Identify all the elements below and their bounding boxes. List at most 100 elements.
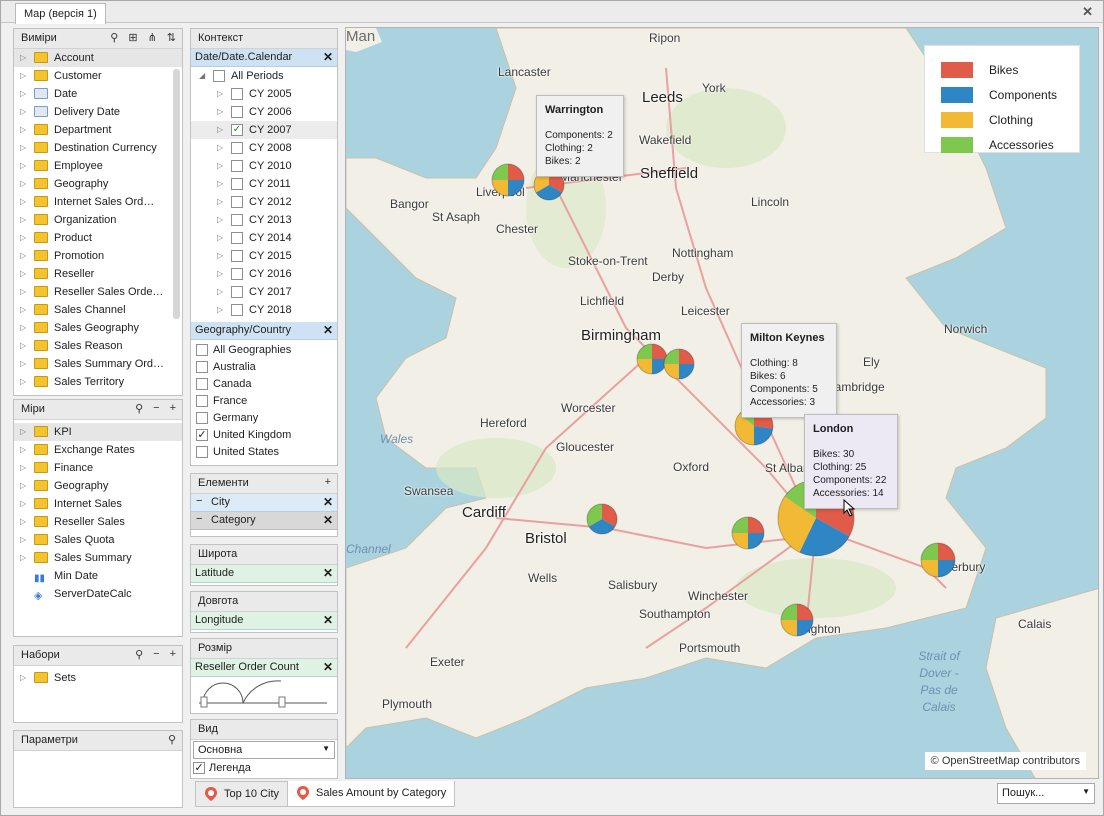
date-filter[interactable]: Date/Date.Calendar ✕ <box>191 49 337 67</box>
latitude-field[interactable]: Latitude ✕ <box>191 565 337 583</box>
expand-arrow-icon[interactable]: ▷ <box>20 319 26 337</box>
all-periods-row[interactable]: ◢ All Periods <box>191 67 337 85</box>
expand-arrow-icon[interactable]: ▷ <box>20 85 26 103</box>
expand-arrow-icon[interactable]: ▷ <box>20 373 26 391</box>
year-row[interactable]: ▷ CY 2016 <box>191 265 337 283</box>
measure-item[interactable]: ▷ Geography <box>14 477 182 495</box>
checkbox[interactable] <box>231 304 243 316</box>
document-tab[interactable]: Map (версія 1) <box>15 3 106 24</box>
checkbox[interactable]: ✓ <box>231 124 243 136</box>
map-canvas[interactable]: Man Lancaster Ripon York Leeds Wakefield… <box>345 27 1099 779</box>
checkbox[interactable] <box>231 214 243 226</box>
expand-arrow-icon[interactable]: ▷ <box>20 531 26 549</box>
year-row[interactable]: ▷ CY 2006 <box>191 103 337 121</box>
expand-arrow-icon[interactable]: ▷ <box>20 337 26 355</box>
expand-arrow-icon[interactable]: ▷ <box>20 175 26 193</box>
country-row[interactable]: Germany <box>191 410 337 427</box>
expand-arrow-icon[interactable]: ▷ <box>20 229 26 247</box>
search-icon[interactable]: ⚲ <box>168 733 176 746</box>
checkbox[interactable] <box>231 142 243 154</box>
view-select[interactable]: Основна ▼ <box>193 741 335 759</box>
country-row[interactable]: ✓ United Kingdom <box>191 427 337 444</box>
size-range-slider[interactable] <box>191 677 337 711</box>
dimension-item[interactable]: ▷ Promotion <box>14 247 182 265</box>
collapse-icon[interactable]: − <box>153 402 159 415</box>
chevron-down-icon[interactable]: ▼ <box>1082 787 1090 796</box>
remove-icon[interactable]: ✕ <box>323 513 333 527</box>
expand-arrow-icon[interactable]: ▷ <box>20 301 26 319</box>
add-icon[interactable]: + <box>325 476 331 488</box>
expand-arrow-icon[interactable]: ▷ <box>217 247 223 265</box>
measure-item[interactable]: ◈ ServerDateCalc <box>14 585 182 603</box>
checkbox[interactable] <box>231 106 243 118</box>
checkbox[interactable] <box>231 268 243 280</box>
expand-arrow-icon[interactable]: ▷ <box>217 301 223 319</box>
checkbox[interactable] <box>231 286 243 298</box>
expand-arrow-icon[interactable]: ▷ <box>217 211 223 229</box>
year-row[interactable]: ▷ CY 2015 <box>191 247 337 265</box>
expand-arrow-icon[interactable]: ▷ <box>20 139 26 157</box>
search-icon[interactable]: ⚲ <box>110 31 118 44</box>
dimension-item[interactable]: ▷ Date <box>14 85 182 103</box>
dimension-item[interactable]: ▷ Internet Sales Ord… <box>14 193 182 211</box>
element-city[interactable]: − City ✕ <box>191 494 337 512</box>
expand-arrow-icon[interactable]: ▷ <box>20 549 26 567</box>
search-combo[interactable]: Пошук... ▼ <box>997 783 1095 804</box>
expand-arrow-icon[interactable]: ▷ <box>20 283 26 301</box>
checkbox[interactable] <box>213 70 225 82</box>
expand-arrow-icon[interactable]: ▷ <box>20 211 26 229</box>
dimension-item[interactable]: ▷ Organization <box>14 211 182 229</box>
expand-arrow-icon[interactable]: ▷ <box>217 175 223 193</box>
minus-icon[interactable]: − <box>196 513 202 525</box>
checkbox[interactable] <box>196 378 208 390</box>
dimension-item[interactable]: ▷ Geography <box>14 175 182 193</box>
country-row[interactable]: France <box>191 393 337 410</box>
tree-icon[interactable]: ⋔ <box>148 31 157 44</box>
checkbox[interactable] <box>196 446 208 458</box>
measure-item[interactable]: ▷ Reseller Sales <box>14 513 182 531</box>
expand-arrow-icon[interactable]: ▷ <box>20 103 26 121</box>
year-row[interactable]: ▷ CY 2018 <box>191 301 337 319</box>
expand-arrow-icon[interactable]: ▷ <box>20 67 26 85</box>
checkbox[interactable] <box>231 232 243 244</box>
expand-arrow-icon[interactable]: ▷ <box>20 355 26 373</box>
year-row[interactable]: ▷ CY 2013 <box>191 211 337 229</box>
expand-arrow-icon[interactable]: ▷ <box>217 283 223 301</box>
measure-item[interactable]: ▮▮ Min Date <box>14 567 182 585</box>
expand-arrow-icon[interactable]: ▷ <box>20 121 26 139</box>
expand-arrow-icon[interactable]: ▷ <box>20 477 26 495</box>
remove-icon[interactable]: ✕ <box>323 495 333 509</box>
checkbox[interactable] <box>231 178 243 190</box>
year-row[interactable]: ▷ CY 2017 <box>191 283 337 301</box>
chevron-down-icon[interactable]: ▼ <box>322 744 330 753</box>
country-row[interactable]: All Geographies <box>191 342 337 359</box>
expand-arrow-icon[interactable]: ▷ <box>20 49 26 67</box>
tab-top-10-city[interactable]: Top 10 City <box>195 781 289 807</box>
dimension-item[interactable]: ▷ Delivery Date <box>14 103 182 121</box>
dimension-item[interactable]: ▷ Reseller Sales Orde… <box>14 283 182 301</box>
checkbox[interactable]: ✓ <box>196 429 208 441</box>
year-row[interactable]: ▷ ✓ CY 2007 <box>191 121 337 139</box>
year-row[interactable]: ▷ CY 2011 <box>191 175 337 193</box>
dimension-item[interactable]: ▷ Reseller <box>14 265 182 283</box>
dimension-item[interactable]: ▷ Customer <box>14 67 182 85</box>
year-row[interactable]: ▷ CY 2008 <box>191 139 337 157</box>
expand-arrow-icon[interactable]: ▷ <box>20 669 26 687</box>
search-icon[interactable]: ⚲ <box>135 648 143 661</box>
hierarchy-icon[interactable]: ⊞ <box>128 31 137 44</box>
expand-arrow-icon[interactable]: ▷ <box>20 193 26 211</box>
checkbox[interactable] <box>196 344 208 356</box>
expand-arrow-icon[interactable]: ▷ <box>20 157 26 175</box>
dimension-item[interactable]: ▷ Department <box>14 121 182 139</box>
expand-icon[interactable]: + <box>170 648 176 661</box>
sort-icon[interactable]: ⇅ <box>167 31 176 44</box>
measure-item[interactable]: ▷ KPI <box>14 423 182 441</box>
dimension-item[interactable]: ▷ Employee <box>14 157 182 175</box>
dimension-item[interactable]: ▷ Sales Territory <box>14 373 182 391</box>
collapse-arrow-icon[interactable]: ◢ <box>199 67 205 85</box>
remove-icon[interactable]: ✕ <box>323 50 333 64</box>
expand-arrow-icon[interactable]: ▷ <box>217 229 223 247</box>
expand-arrow-icon[interactable]: ▷ <box>217 193 223 211</box>
dimension-item[interactable]: ▷ Destination Currency <box>14 139 182 157</box>
expand-icon[interactable]: + <box>170 402 176 415</box>
